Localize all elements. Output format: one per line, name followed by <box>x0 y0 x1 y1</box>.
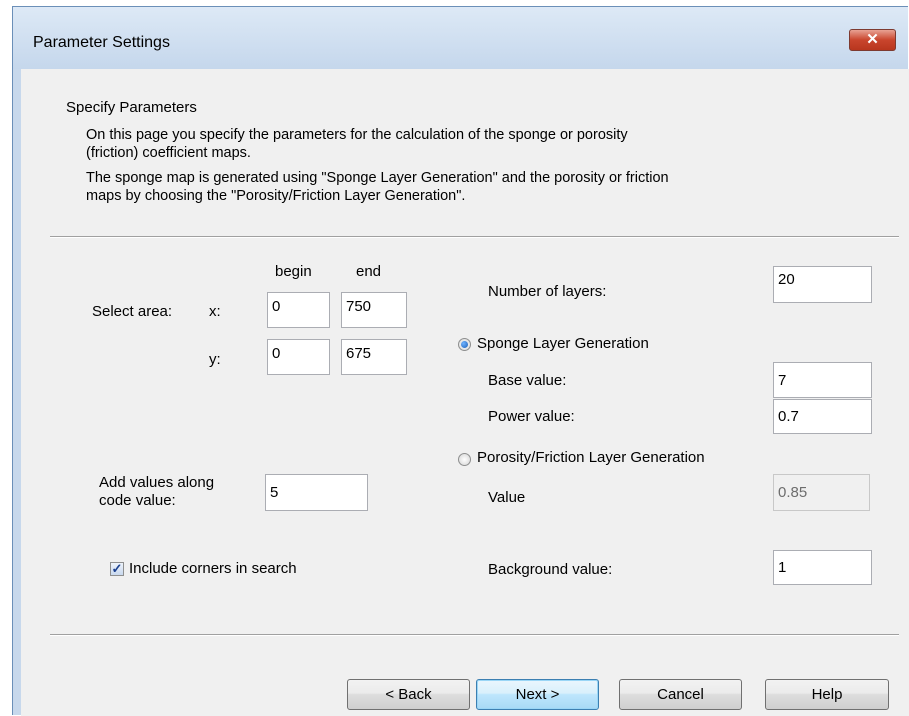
close-button[interactable]: ✕ <box>849 29 896 51</box>
dialog-window: Parameter Settings ✕ Specify Parameters … <box>12 6 909 716</box>
power-value-label: Power value: <box>488 408 575 425</box>
window-title: Parameter Settings <box>33 34 170 51</box>
x-end-input[interactable] <box>341 292 407 328</box>
include-corners-label[interactable]: Include corners in search <box>129 560 297 577</box>
x-begin-input[interactable] <box>267 292 330 328</box>
y-begin-input[interactable] <box>267 339 330 375</box>
y-label: y: <box>209 351 221 368</box>
select-area-label: Select area: <box>92 303 173 320</box>
description-line: The sponge map is generated using "Spong… <box>86 170 669 186</box>
close-icon: ✕ <box>866 31 879 48</box>
code-value-input[interactable] <box>265 474 368 511</box>
number-of-layers-label: Number of layers: <box>488 283 607 300</box>
base-value-input[interactable] <box>773 362 872 398</box>
description-line: (friction) coefficient maps. <box>86 145 251 161</box>
cancel-button[interactable]: Cancel <box>619 679 742 710</box>
title-bar[interactable]: Parameter Settings ✕ <box>13 7 908 69</box>
sponge-layer-label[interactable]: Sponge Layer Generation <box>477 335 649 352</box>
y-end-input[interactable] <box>341 339 407 375</box>
radio-selected-icon <box>461 341 468 348</box>
description-line: maps by choosing the "Porosity/Friction … <box>86 188 466 204</box>
next-button[interactable]: Next > <box>476 679 599 710</box>
top-separator <box>50 236 899 238</box>
dialog-client-area: Specify Parameters On this page you spec… <box>21 69 909 716</box>
porosity-value-input <box>773 474 870 511</box>
background-value-input[interactable] <box>773 550 872 585</box>
include-corners-checkbox[interactable]: ✓ <box>110 562 124 576</box>
sponge-layer-radio[interactable] <box>458 338 471 351</box>
checkmark-icon: ✓ <box>111 561 123 576</box>
back-button[interactable]: < Back <box>347 679 470 710</box>
bottom-separator <box>50 634 899 636</box>
porosity-value-label: Value <box>488 489 526 506</box>
x-label: x: <box>209 303 221 320</box>
help-button[interactable]: Help <box>765 679 889 710</box>
base-value-label: Base value: <box>488 372 567 389</box>
end-column-label: end <box>356 263 382 280</box>
description-line: On this page you specify the parameters … <box>86 127 628 143</box>
background-value-label: Background value: <box>488 561 613 578</box>
begin-column-label: begin <box>275 263 312 280</box>
add-values-label: Add values along <box>99 474 215 491</box>
add-values-label: code value: <box>99 492 176 509</box>
number-of-layers-input[interactable] <box>773 266 872 303</box>
power-value-input[interactable] <box>773 399 872 434</box>
section-title: Specify Parameters <box>66 99 197 116</box>
porosity-layer-radio[interactable] <box>458 453 471 466</box>
porosity-layer-label[interactable]: Porosity/Friction Layer Generation <box>477 449 705 466</box>
